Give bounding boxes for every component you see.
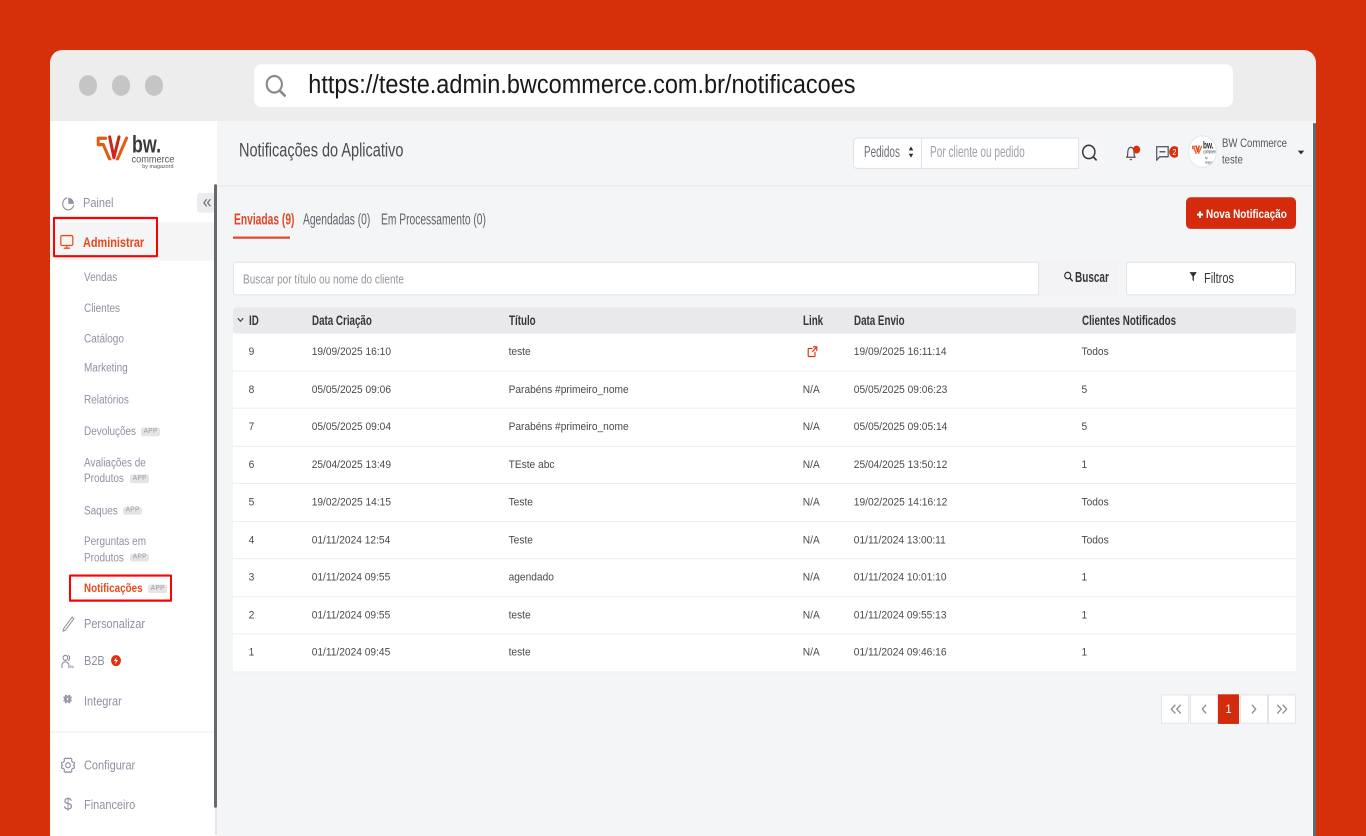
svg-text:2: 2: [1172, 147, 1176, 156]
